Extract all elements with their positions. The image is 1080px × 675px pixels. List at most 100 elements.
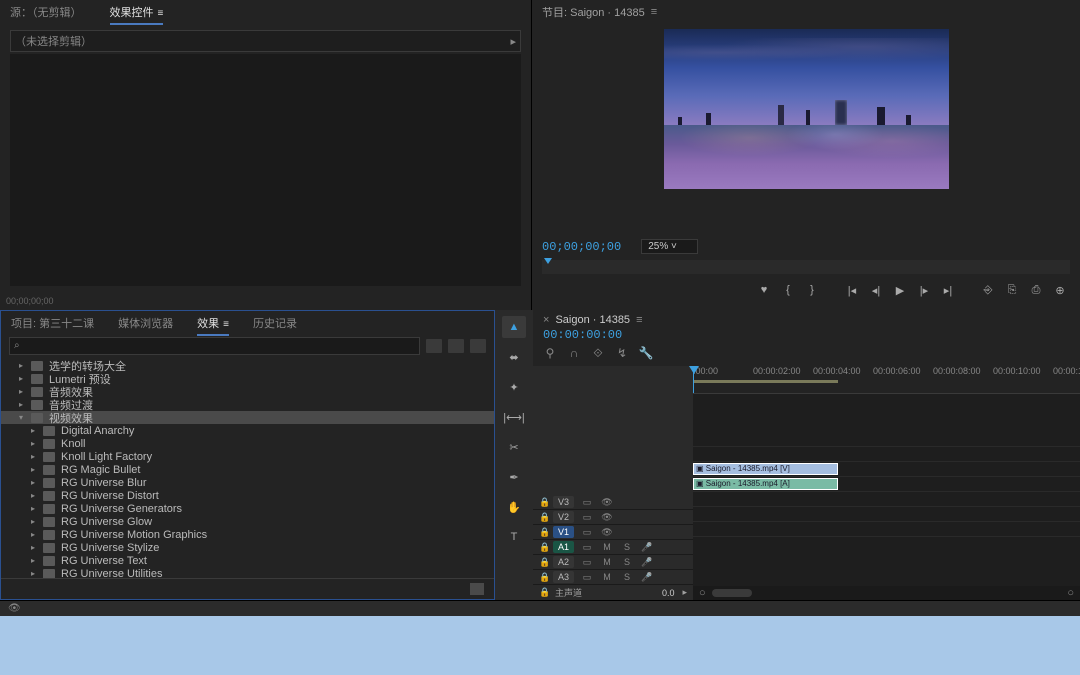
track-a3-lane (693, 507, 1080, 522)
track-headers: 🔒 V3 ▭ 👁 🔒 V2 ▭👁 🔒 V1 ▭👁 (533, 366, 693, 600)
preview-image (664, 29, 949, 189)
media-browser-tab[interactable]: 媒体浏览器 (118, 315, 173, 331)
new-bin-button[interactable] (470, 583, 484, 595)
pen-tool[interactable]: ✒ (502, 466, 526, 488)
master-track-header[interactable]: 🔒 主声道 0.0 ▸ (533, 585, 693, 600)
track-v1-header[interactable]: 🔒 V1 ▭👁 (533, 525, 693, 540)
program-viewer[interactable] (532, 24, 1080, 233)
program-monitor-panel: 节目: Saigon · 14385 ≡ 00;00;00;00 25% ˅ (532, 0, 1080, 310)
lift-button[interactable]: ⎆ (978, 282, 998, 298)
effects-tree: ▸选学的转场大全▸Lumetri 预设▸音频效果▸音频过渡▾视频效果▸Digit… (1, 357, 494, 578)
menu-icon[interactable]: ≡ (651, 6, 657, 18)
hand-tool[interactable]: ✋ (502, 496, 526, 518)
settings-icon[interactable]: ↯ (615, 346, 629, 360)
video-clip[interactable]: ▣ Saigon - 14385.mp4 [V] (693, 463, 838, 475)
track-a2-header[interactable]: 🔒 A2 ▭MS🎤 (533, 555, 693, 570)
preset-filter-2[interactable] (448, 339, 464, 353)
export-frame-button[interactable]: ⎙ (1026, 282, 1046, 298)
extract-button[interactable]: ⎘ (1002, 282, 1022, 298)
tree-item[interactable]: ▸RG Universe Utilities (1, 567, 494, 578)
marker-icon[interactable]: ⟐ (591, 346, 605, 360)
in-point-button[interactable]: { (778, 282, 798, 298)
track-v3-lane (693, 432, 1080, 447)
source-timecode: 00;00;00;00 (0, 292, 531, 310)
menu-icon[interactable]: ≡ (158, 8, 164, 19)
tree-item[interactable]: ▸RG Universe Glow (1, 515, 494, 528)
settings-button[interactable]: ⊕ (1050, 282, 1070, 298)
source-tab[interactable]: 源：（无剪辑） (10, 4, 82, 20)
link-icon[interactable]: ∩ (567, 346, 581, 360)
selection-tool[interactable]: ▲ (502, 316, 526, 338)
tree-item[interactable]: ▸RG Universe Stylize (1, 541, 494, 554)
timeline-panel: × Saigon · 14385 ≡ 00:00:00:00 ⚲ ∩ ⟐ ↯ 🔧 (533, 310, 1080, 600)
toggle-output-icon[interactable]: ▭ (580, 497, 594, 508)
program-title: 节目: Saigon · 14385 (542, 4, 645, 20)
track-v3-header[interactable]: 🔒 V3 ▭ 👁 (533, 495, 693, 510)
type-tool[interactable]: T (502, 526, 526, 548)
effects-tab[interactable]: 效果≡ (197, 315, 229, 331)
source-monitor-panel: 源：（无剪辑） 效果控件≡ （未选择剪辑） ▸ 00;00;00;00 (0, 0, 532, 310)
step-back-button[interactable]: ◂| (866, 282, 886, 298)
track-a1-header[interactable]: 🔒 A1 ▭MS🎤 (533, 540, 693, 555)
track-v1-lane: ▣ Saigon - 14385.mp4 [V] (693, 462, 1080, 477)
slip-tool[interactable]: ✂ (502, 436, 526, 458)
project-tab[interactable]: 项目: 第三十二课 (11, 315, 94, 331)
ruler-tick: 00:00:06:00 (873, 366, 921, 376)
tree-item[interactable]: ▸Knoll (1, 437, 494, 450)
audio-clip[interactable]: ▣ Saigon - 14385.mp4 [A] (693, 478, 838, 490)
tree-item[interactable]: ▸RG Universe Blur (1, 476, 494, 489)
ruler-tick: 00:00:08:00 (933, 366, 981, 376)
eye-icon: 👁 (8, 603, 21, 614)
ripple-edit-tool[interactable]: ✦ (502, 376, 526, 398)
track-v2-header[interactable]: 🔒 V2 ▭👁 (533, 510, 693, 525)
track-a3-header[interactable]: 🔒 A3 ▭MS🎤 (533, 570, 693, 585)
marker-button[interactable]: ♥ (754, 282, 774, 298)
tree-item[interactable]: ▸RG Magic Bullet (1, 463, 494, 476)
source-viewer (10, 54, 521, 286)
track-a1-lane: ▣ Saigon - 14385.mp4 [A] (693, 477, 1080, 492)
track-v2-lane (693, 447, 1080, 462)
sequence-name[interactable]: Saigon · 14385 (555, 314, 630, 326)
razor-tool[interactable]: |⟷| (502, 406, 526, 428)
zoom-select[interactable]: 25% ˅ (641, 239, 698, 254)
tracks-area[interactable]: ▣ Saigon - 14385.mp4 [V] ▣ Saigon - 1438… (693, 394, 1080, 586)
goto-out-button[interactable]: ▸| (938, 282, 958, 298)
wrench-icon[interactable]: 🔧 (639, 346, 653, 360)
tree-item[interactable]: ▸RG Universe Generators (1, 502, 494, 515)
lock-icon[interactable]: 🔒 (539, 497, 547, 508)
preset-filter-3[interactable] (470, 339, 486, 353)
work-area-bar[interactable] (693, 380, 838, 383)
tree-item[interactable]: ▾视频效果 (1, 411, 494, 424)
timeline-scrollbar[interactable]: ○ ○ (693, 586, 1080, 600)
ruler-tick: 00:00:02:00 (753, 366, 801, 376)
eye-icon[interactable]: 👁 (600, 497, 614, 508)
play-button[interactable]: ▶ (890, 282, 910, 298)
chevron-right-icon: ▸ (510, 35, 516, 48)
track-a2-lane (693, 492, 1080, 507)
footer: 👁 (0, 600, 1080, 675)
goto-in-button[interactable]: |◂ (842, 282, 862, 298)
tree-item[interactable]: ▸Knoll Light Factory (1, 450, 494, 463)
tree-item[interactable]: ▸RG Universe Distort (1, 489, 494, 502)
tree-item[interactable]: ▸RG Universe Motion Graphics (1, 528, 494, 541)
timeline-timecode[interactable]: 00:00:00:00 (543, 328, 622, 342)
tree-item[interactable]: ▸RG Universe Text (1, 554, 494, 567)
snap-icon[interactable]: ⚲ (543, 346, 557, 360)
timeline-playhead[interactable] (693, 366, 694, 393)
tree-item[interactable]: ▸Digital Anarchy (1, 424, 494, 437)
step-forward-button[interactable]: |▸ (914, 282, 934, 298)
playhead-icon[interactable] (542, 258, 552, 268)
program-scrubber[interactable] (542, 260, 1070, 274)
ruler-tick: 00:00:10:00 (993, 366, 1041, 376)
preset-filter-1[interactable] (426, 339, 442, 353)
master-lane (693, 522, 1080, 537)
tools-panel: ▲ ⬌ ✦ |⟷| ✂ ✒ ✋ T (495, 310, 533, 600)
history-tab[interactable]: 历史记录 (253, 315, 297, 331)
out-point-button[interactable]: } (802, 282, 822, 298)
time-ruler[interactable]: :00:0000:00:02:0000:00:04:0000:00:06:000… (693, 366, 1080, 394)
track-select-tool[interactable]: ⬌ (502, 346, 526, 368)
effects-search-input[interactable] (9, 337, 420, 355)
effect-controls-tab[interactable]: 效果控件≡ (110, 4, 164, 20)
program-timecode[interactable]: 00;00;00;00 (542, 240, 621, 254)
clip-selector[interactable]: （未选择剪辑） ▸ (10, 30, 521, 52)
